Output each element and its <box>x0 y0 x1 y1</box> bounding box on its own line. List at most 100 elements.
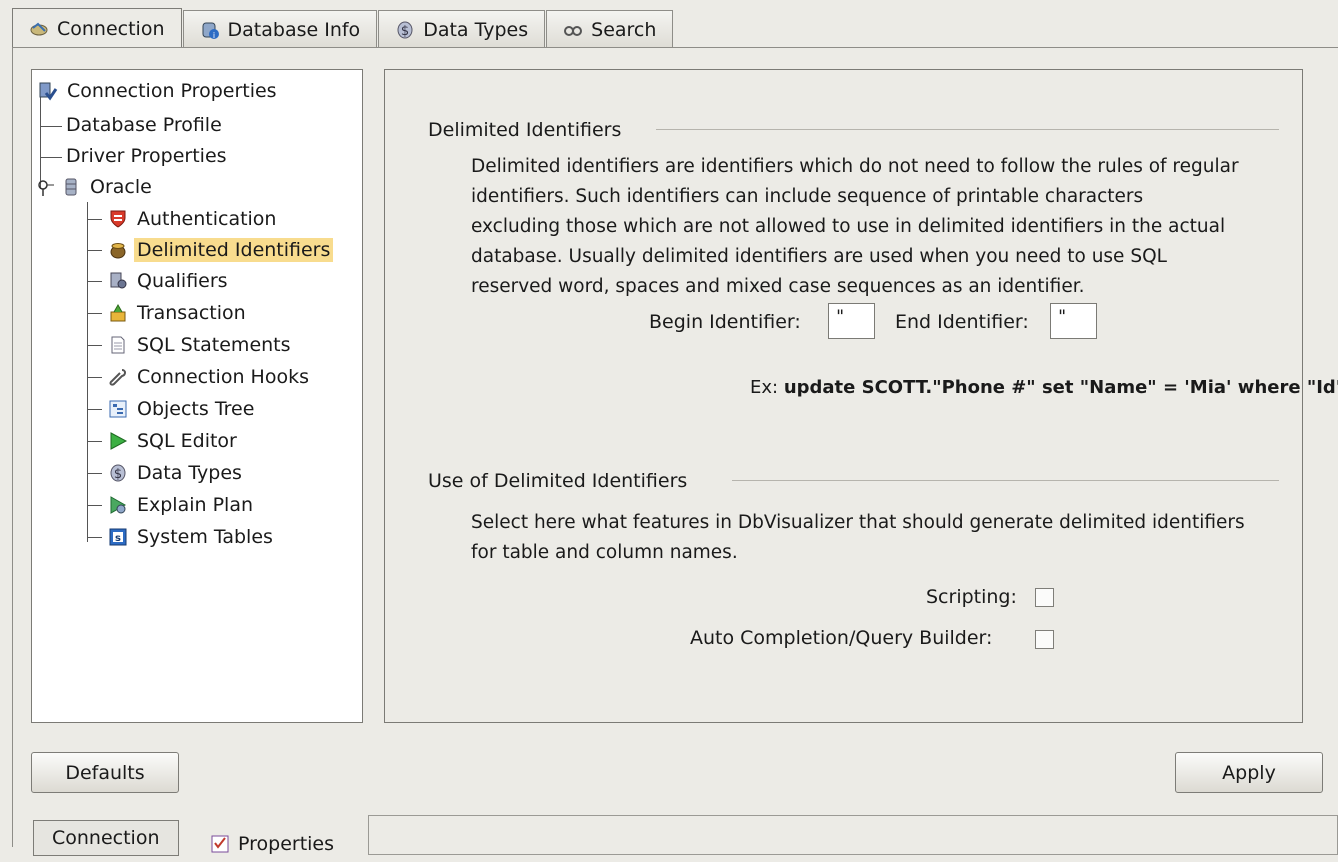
description-line: excluding those which are not allowed to… <box>471 216 1226 237</box>
data-types-icon: $ <box>108 463 128 483</box>
tree-line <box>87 536 102 538</box>
tab-divider <box>12 47 1338 48</box>
tab-connection[interactable]: Connection <box>12 8 182 48</box>
tree-item-database-profile[interactable]: Database Profile <box>63 110 225 140</box>
section-title-delimited-identifiers: Delimited Identifiers <box>428 119 622 141</box>
section-divider <box>732 480 1279 481</box>
tab-search[interactable]: Search <box>546 10 674 48</box>
auto-completion-checkbox[interactable] <box>1035 630 1054 649</box>
database-icon <box>61 177 81 197</box>
tree-item-qualifiers[interactable]: Qualifiers <box>87 266 231 296</box>
hook-icon <box>108 367 128 387</box>
bottom-tab-connection[interactable]: Connection <box>33 820 179 856</box>
qualifiers-icon <box>108 271 128 291</box>
tree-item-label: Oracle <box>90 176 152 198</box>
connection-window: Connection i Database Info $ Data Types … <box>0 0 1338 856</box>
search-icon <box>563 20 583 40</box>
tree-line <box>40 157 62 158</box>
end-identifier-input[interactable]: " <box>1050 303 1097 339</box>
tab-database-info[interactable]: i Database Info <box>182 10 378 48</box>
tree-item-data-types[interactable]: $ Data Types <box>87 458 245 488</box>
explain-plan-icon <box>108 495 128 515</box>
section-title-use-of-delimited: Use of Delimited Identifiers <box>428 470 688 492</box>
tree-item-system-tables[interactable]: s System Tables <box>87 522 276 552</box>
tree-item-delimited-identifiers[interactable]: Delimited Identifiers <box>87 235 334 265</box>
description-line: for table and column names. <box>471 542 738 563</box>
tree-item-sql-editor[interactable]: SQL Editor <box>87 426 240 456</box>
tab-database-info-label: Database Info <box>227 18 361 41</box>
tab-search-label: Search <box>591 18 657 41</box>
tab-bar: Connection i Database Info $ Data Types … <box>12 8 674 48</box>
tree-line <box>87 376 102 378</box>
tree-item-label: Qualifiers <box>137 270 228 292</box>
description-line: Delimited identifiers are identifiers wh… <box>471 156 1239 177</box>
settings-panel: Delimited Identifiers Delimited identifi… <box>384 69 1338 723</box>
tab-data-types-label: Data Types <box>423 18 529 41</box>
tree-line <box>87 280 102 282</box>
status-field <box>368 815 1338 855</box>
shield-icon <box>108 209 128 229</box>
tree-line <box>87 218 102 220</box>
tree-expand-icon[interactable] <box>35 177 55 197</box>
tree-item-transaction[interactable]: Transaction <box>87 298 249 328</box>
tree-item-oracle[interactable]: Oracle <box>35 172 155 202</box>
svg-text:i: i <box>212 31 214 40</box>
tree-item-label: Data Types <box>137 462 242 484</box>
tree-item-label: Connection Hooks <box>137 366 309 388</box>
begin-identifier-label: Begin Identifier: <box>649 311 801 333</box>
description-line: database. Usually delimited identifiers … <box>471 246 1167 267</box>
tree-item-connection-properties[interactable]: Connection Properties <box>38 76 280 106</box>
system-tables-icon: s <box>108 527 128 547</box>
description-line: identifiers. Such identifiers can includ… <box>471 186 1144 207</box>
scripting-label: Scripting: <box>926 586 1017 608</box>
tab-connection-label: Connection <box>57 17 165 40</box>
tree-item-explain-plan[interactable]: Explain Plan <box>87 490 256 520</box>
tree-line <box>87 440 102 442</box>
end-identifier-label: End Identifier: <box>895 311 1029 333</box>
section-divider <box>656 129 1279 130</box>
tree-item-label: Driver Properties <box>66 145 227 167</box>
tree-icon <box>108 399 128 419</box>
tree-item-label: SQL Statements <box>137 334 291 356</box>
tab-data-types[interactable]: $ Data Types <box>378 10 546 48</box>
tree-item-objects-tree[interactable]: Objects Tree <box>87 394 257 424</box>
svg-text:$: $ <box>114 467 122 482</box>
scripting-checkbox[interactable] <box>1035 588 1054 607</box>
example-sql: Ex: update SCOTT."Phone #" set "Name" = … <box>750 377 1338 398</box>
delimited-description: Delimited identifiers are identifiers wh… <box>471 152 1239 302</box>
jar-icon <box>108 240 128 260</box>
tree-item-sql-statements[interactable]: SQL Statements <box>87 330 294 360</box>
svg-text:$: $ <box>401 24 409 39</box>
document-icon <box>108 335 128 355</box>
tree-item-label: Delimited Identifiers <box>134 238 334 262</box>
tree-item-label: Connection Properties <box>67 80 277 102</box>
tree-item-label: Objects Tree <box>137 398 255 420</box>
svg-text:s: s <box>115 533 121 544</box>
tree-item-label: Database Profile <box>66 114 222 136</box>
data-types-icon: $ <box>395 20 415 40</box>
tree-item-label: Explain Plan <box>137 494 254 516</box>
connection-icon <box>29 19 49 39</box>
checklist-icon <box>210 834 230 854</box>
tree-item-label: Transaction <box>137 302 246 324</box>
transaction-icon <box>108 303 128 323</box>
tree-item-driver-properties[interactable]: Driver Properties <box>63 141 230 171</box>
database-info-icon: i <box>200 20 220 40</box>
tree-line <box>87 504 102 506</box>
tree-line <box>87 408 102 410</box>
example-statement: update SCOTT."Phone #" set "Name" = 'Mia… <box>783 377 1338 398</box>
description-line: reserved word, spaces and mixed case seq… <box>471 276 1085 297</box>
tree-item-connection-hooks[interactable]: Connection Hooks <box>87 362 312 392</box>
defaults-button[interactable]: Defaults <box>31 752 179 793</box>
bottom-tab-properties-label: Properties <box>238 833 335 855</box>
apply-button[interactable]: Apply <box>1175 752 1323 793</box>
bottom-tab-properties[interactable]: Properties <box>210 826 334 862</box>
settings-tree[interactable]: Connection Properties Database Profile D… <box>31 69 363 723</box>
tree-line <box>87 472 102 474</box>
example-prefix: Ex: <box>750 377 779 398</box>
description-line: Select here what features in DbVisualize… <box>471 512 1245 533</box>
tree-item-label: System Tables <box>137 526 273 548</box>
begin-identifier-input[interactable]: " <box>828 303 875 339</box>
connection-properties-icon <box>38 81 58 101</box>
tree-item-authentication[interactable]: Authentication <box>87 204 279 234</box>
